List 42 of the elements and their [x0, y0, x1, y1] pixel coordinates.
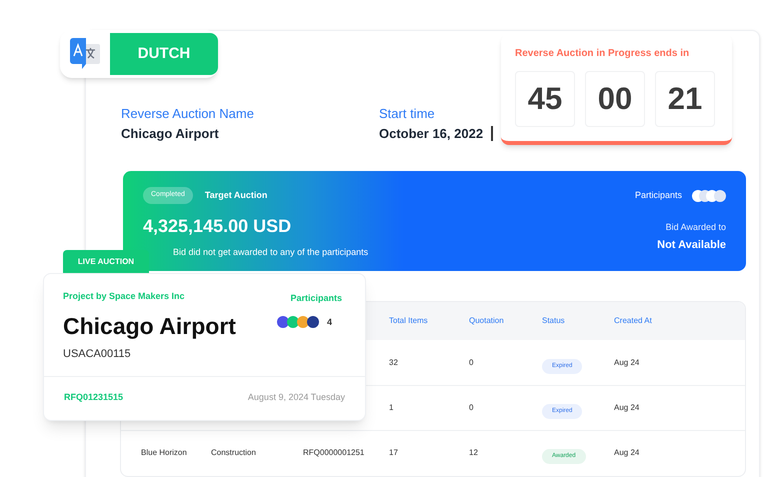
column-header: Status [542, 315, 566, 327]
awarded-label: Bid Awarded to [666, 220, 726, 234]
countdown-digit: 00 [585, 71, 645, 127]
participants-label: Participants [290, 292, 342, 305]
project-owner: Project by Space Makers Inc [63, 290, 186, 303]
table-cell-text: 17 [389, 447, 399, 459]
language-button[interactable]: DUTCH [110, 33, 218, 75]
project-title: Chicago Airport [63, 312, 236, 340]
table-cell-text: Aug 24 [614, 402, 640, 414]
banner-note: Bid did not get awarded to any of the participants [173, 246, 368, 259]
table-cell-text: 0 [469, 356, 474, 368]
countdown-digit: 21 [655, 71, 715, 127]
table-cell-text: 32 [389, 356, 399, 368]
participant-count: 4 [326, 316, 332, 328]
info-label: Reverse Auction Name [121, 105, 255, 122]
table-cell-text: Blue Horizon [141, 447, 188, 459]
banner-title: Target Auction [204, 188, 268, 202]
column-header: Created At [614, 315, 653, 327]
target-amount: 4,325,145.00 USD [143, 214, 292, 238]
live-auction-tag: LIVE AUCTION [63, 250, 149, 273]
translate-icon [69, 37, 101, 71]
auction-date: August 9, 2024 Tuesday [248, 391, 345, 404]
info-value: October 16, 2022 [379, 125, 484, 142]
countdown-title: Reverse Auction in Progress ends in [515, 47, 690, 61]
table-cell-text: RFQ0000001251 [303, 447, 366, 459]
countdown-digit: 45 [515, 71, 575, 127]
awarded-value: Not Available [657, 238, 726, 253]
table-cell-text: Construction [211, 447, 257, 459]
project-code: USACA00115 [63, 346, 132, 362]
table-cell-text: Aug 24 [614, 356, 640, 368]
participant-avatars-icon [690, 190, 726, 202]
column-header: Total Items [389, 315, 429, 327]
info-label: Start time [379, 105, 436, 122]
info-value: Chicago Airport [121, 125, 219, 142]
table-cell-text: 12 [469, 447, 479, 459]
table-cell-text: 0 [469, 402, 474, 414]
table-cell-text: 1 [389, 402, 394, 414]
participants-label: Participants [634, 189, 682, 202]
table-cell-text: Aug 24 [614, 447, 640, 459]
column-header: Quotation [469, 315, 505, 327]
rfq-link[interactable]: RFQ01231515 [64, 391, 124, 405]
text-cursor [491, 126, 494, 141]
